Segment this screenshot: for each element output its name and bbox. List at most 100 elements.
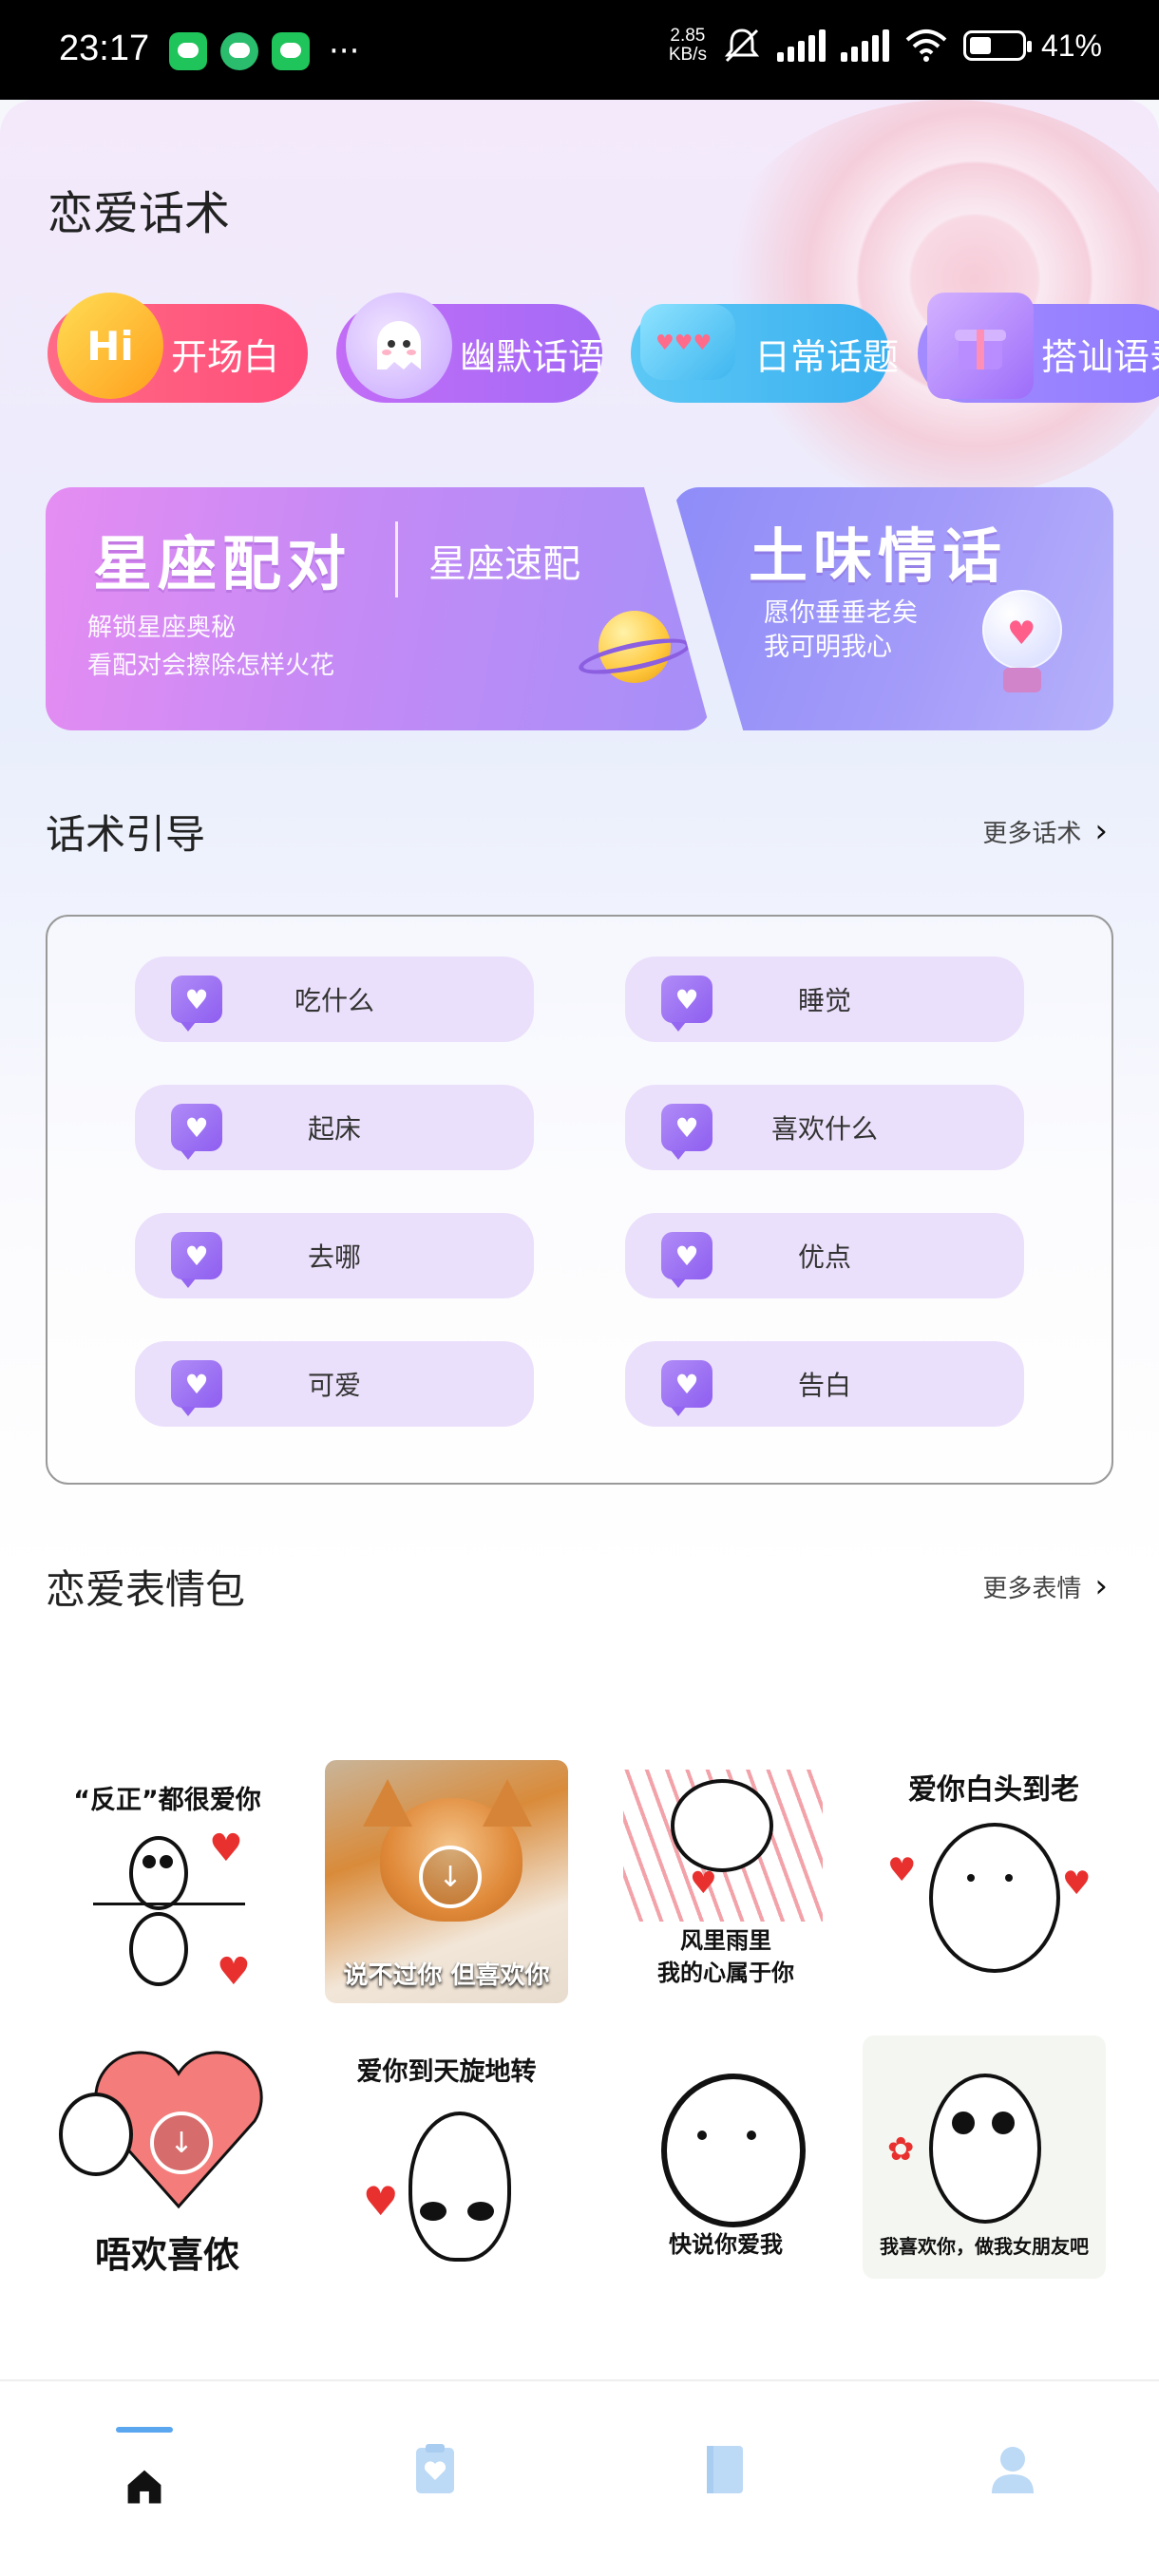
phrase-label: 起床 bbox=[307, 1113, 361, 1145]
sticker-item[interactable]: ↓ 说不过你 但喜欢你 bbox=[325, 1760, 568, 2003]
app-screen: 恋爱话术 Hi 开场白 幽默话语 ♥♥♥ 日常话题 搭讪语录 星座配对 bbox=[0, 100, 1159, 2576]
phrase-button[interactable]: ♥ 睡觉 bbox=[625, 957, 1024, 1042]
chevron-right-icon: › bbox=[1094, 1567, 1108, 1605]
sticker-caption: 爱你到天旋地转 bbox=[356, 2057, 537, 2087]
chat-bubble-icon: ♥♥♥ bbox=[640, 304, 735, 380]
horoscope-match-banner[interactable]: 星座配对 星座速配 解锁星座奥秘 看配对会擦除怎样火花 bbox=[46, 487, 711, 730]
battery-percent: 41% bbox=[1040, 28, 1102, 63]
phrase-guide-panel: ♥ 吃什么 ♥ 睡觉 ♥ 起床 ♥ 喜欢什么 ♥ 去哪 ♥ 优点 ♥ 可爱 ♥ bbox=[46, 915, 1113, 1485]
doodle-face bbox=[929, 1823, 1060, 1973]
tab-indicator-placeholder bbox=[407, 2427, 464, 2433]
banner-desc-line: 愿你垂垂老矣 bbox=[764, 598, 918, 628]
net-speed: 2.85 KB/s bbox=[669, 27, 707, 65]
tab-clipboard[interactable] bbox=[397, 2427, 473, 2512]
doodle-line bbox=[93, 1903, 245, 1905]
more-stickers-link[interactable]: 更多表情 › bbox=[982, 1567, 1108, 1605]
tab-profile[interactable] bbox=[975, 2427, 1051, 2512]
home-icon bbox=[127, 2470, 162, 2504]
phrase-label: 睡觉 bbox=[797, 985, 851, 1016]
planet-icon bbox=[576, 611, 694, 694]
doodle-face bbox=[59, 2093, 133, 2176]
net-speed-unit: KB/s bbox=[668, 45, 707, 65]
red-heart-icon: ♥ bbox=[690, 1865, 717, 1901]
cheesy-lines-banner[interactable]: 土味情话 愿你垂垂老矣 我可明我心 ♥ bbox=[673, 487, 1113, 730]
phrase-label: 优点 bbox=[797, 1241, 851, 1273]
category-chip-opener[interactable]: Hi 开场白 bbox=[48, 293, 308, 403]
doodle-face bbox=[408, 2112, 511, 2262]
chip-label: 幽默话语 bbox=[460, 335, 605, 378]
category-chips: Hi 开场白 幽默话语 ♥♥♥ 日常话题 搭讪语录 bbox=[48, 293, 1159, 403]
phrase-button[interactable]: ♥ 起床 bbox=[135, 1085, 534, 1170]
tab-book[interactable] bbox=[686, 2427, 762, 2512]
banner-divider bbox=[395, 521, 398, 597]
notification-icons: ··· bbox=[169, 32, 359, 70]
doodle-eye bbox=[952, 2112, 975, 2134]
sticker-caption: 我的心属于你 bbox=[657, 1960, 794, 1986]
chip-label: 日常话题 bbox=[754, 335, 900, 378]
doodle-eye bbox=[697, 2131, 707, 2140]
tab-indicator-placeholder bbox=[984, 2427, 1041, 2433]
net-speed-value: 2.85 bbox=[670, 26, 706, 46]
sticker-item[interactable]: “反正”都很爱你 ♥ ♥ bbox=[46, 1760, 289, 2003]
cat-ear bbox=[363, 1779, 412, 1827]
sticker-caption: 风里雨里 bbox=[680, 1927, 771, 1954]
heart-clipboard-icon bbox=[416, 2444, 454, 2493]
banner-desc-line: 看配对会擦除怎样火花 bbox=[87, 652, 335, 680]
svg-text:♥♥♥: ♥♥♥ bbox=[656, 331, 712, 355]
tab-indicator-placeholder bbox=[695, 2427, 752, 2433]
doodle-eye bbox=[420, 2202, 446, 2221]
category-chip-daily[interactable]: ♥♥♥ 日常话题 bbox=[631, 304, 899, 403]
category-chip-humor[interactable]: 幽默话语 bbox=[336, 293, 605, 403]
book-icon bbox=[707, 2446, 743, 2493]
download-icon[interactable]: ↓ bbox=[150, 2112, 213, 2174]
doodle-eye bbox=[992, 2112, 1015, 2134]
system-navigation-bar bbox=[0, 2560, 1159, 2576]
doodle-face bbox=[661, 2074, 806, 2227]
sticker-item[interactable]: 快说你爱我 bbox=[604, 2036, 847, 2279]
sticker-item[interactable]: 爱你到天旋地转 ♥ bbox=[325, 2036, 568, 2279]
cell-signal-2-icon bbox=[840, 29, 889, 62]
sticker-item[interactable]: ✿ 我喜欢你，做我女朋友吧 bbox=[863, 2036, 1106, 2279]
chip-label: 开场白 bbox=[171, 335, 280, 378]
sticker-item[interactable]: ♥ 风里雨里 我的心属于你 bbox=[604, 1760, 847, 2003]
tab-home[interactable] bbox=[106, 2427, 182, 2512]
ghost-icon bbox=[346, 293, 452, 399]
more-link-label: 更多话术 bbox=[982, 819, 1082, 848]
doodle-eye bbox=[160, 1855, 173, 1868]
gift-box-icon bbox=[927, 293, 1034, 399]
active-tab-indicator bbox=[116, 2427, 173, 2433]
battery-icon bbox=[962, 30, 1032, 61]
more-phrases-link[interactable]: 更多话术 › bbox=[982, 812, 1108, 850]
phrase-button[interactable]: ♥ 喜欢什么 bbox=[625, 1085, 1024, 1170]
status-time: 23:17 bbox=[59, 28, 150, 68]
phrase-button[interactable]: ♥ 可爱 bbox=[135, 1341, 534, 1427]
sticker-caption: 说不过你 但喜欢你 bbox=[343, 1961, 550, 1990]
banner-title: 星座配对 bbox=[93, 529, 352, 598]
phrase-label: 喜欢什么 bbox=[770, 1113, 878, 1145]
download-icon[interactable]: ↓ bbox=[419, 1846, 482, 1908]
banner-description: 解锁星座奥秘 看配对会擦除怎样火花 bbox=[87, 609, 334, 685]
doodle-eye bbox=[747, 2131, 756, 2140]
red-heart-icon: ♥ bbox=[1062, 1865, 1092, 1903]
mute-icon bbox=[724, 28, 760, 63]
phrase-button[interactable]: ♥ 吃什么 bbox=[135, 957, 534, 1042]
phrase-button[interactable]: ♥ 去哪 bbox=[135, 1213, 534, 1298]
red-heart-icon: ♥ bbox=[217, 1950, 251, 1994]
bottom-tab-bar bbox=[0, 2379, 1159, 2562]
status-indicators: 2.85 KB/s 41% bbox=[669, 27, 1102, 65]
sticker-item[interactable]: 爱你白头到老 ♥ ♥ bbox=[872, 1760, 1115, 2003]
phrase-label: 去哪 bbox=[307, 1241, 361, 1273]
phrase-button[interactable]: ♥ 告白 bbox=[625, 1341, 1024, 1427]
phrase-button[interactable]: ♥ 优点 bbox=[625, 1213, 1024, 1298]
sticker-caption: 快说你爱我 bbox=[669, 2231, 783, 2258]
stickers-section-title: 恋爱表情包 bbox=[46, 1566, 246, 1613]
doodle-face bbox=[929, 2074, 1041, 2224]
red-heart-icon: ♥ bbox=[363, 2178, 399, 2225]
doodle-eye bbox=[967, 1874, 975, 1882]
message-app-icon bbox=[169, 32, 207, 70]
more-link-label: 更多表情 bbox=[982, 1574, 1082, 1603]
phrase-label: 可爱 bbox=[307, 1370, 361, 1401]
banner-description: 愿你垂垂老矣 我可明我心 bbox=[764, 597, 918, 665]
category-chip-pickup[interactable]: 搭讪语录 bbox=[918, 293, 1159, 403]
sticker-item[interactable]: ↓ 唔欢喜侬 bbox=[46, 2036, 289, 2279]
